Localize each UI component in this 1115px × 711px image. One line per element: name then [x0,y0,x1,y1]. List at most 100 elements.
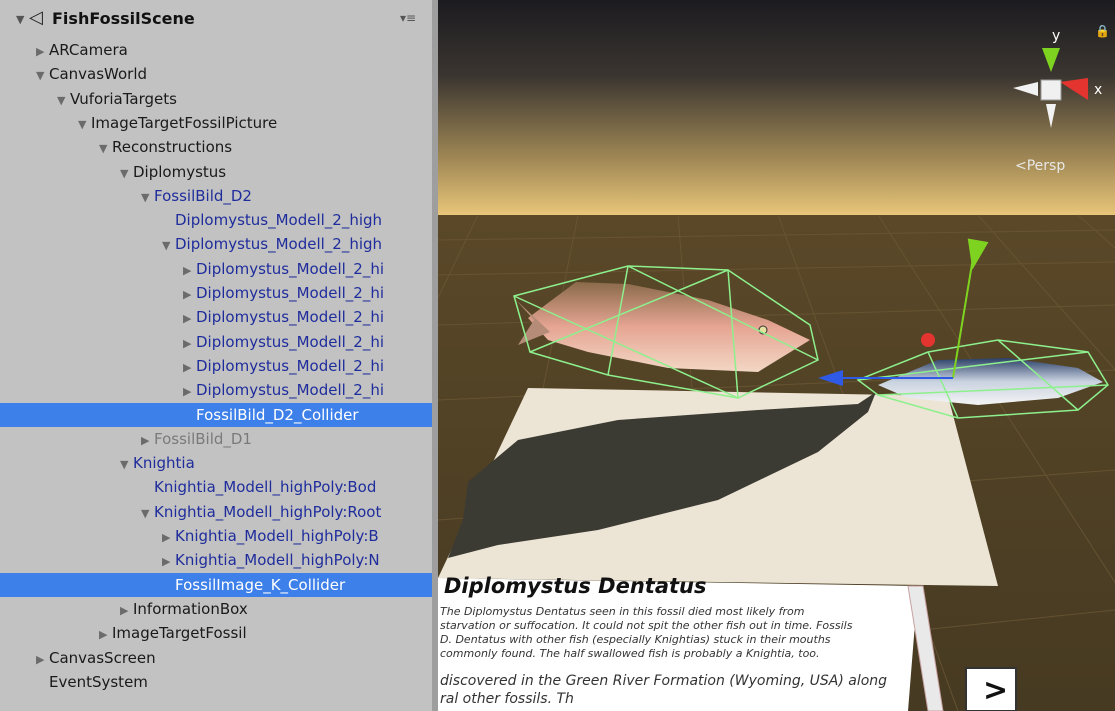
hierarchy-item[interactable]: ▶ ARCamera [0,38,432,62]
expand-arrow-right-icon[interactable]: ▶ [183,332,196,354]
hierarchy-item[interactable]: ▶ Diplomystus_Modell_2_hi [0,330,432,354]
hierarchy-item[interactable]: ▼ Diplomystus [0,160,432,184]
hierarchy-item[interactable]: ▼ Knightia_Modell_highPoly:Root [0,500,432,524]
expand-arrow-right-icon[interactable]: ▶ [162,526,175,548]
hierarchy-item[interactable]: ▶ Diplomystus_Modell_2_hi [0,281,432,305]
info-line: starvation or suffocation. It could not … [440,619,853,632]
expand-arrow-down-icon[interactable]: ▼ [78,113,91,135]
hierarchy-item-label: ARCamera [49,41,128,59]
unity-scene-icon: ◁ [29,7,43,28]
collapse-arrow-icon[interactable]: ▼ [16,13,24,26]
hierarchy-item[interactable]: ▼ Diplomystus_Modell_2_high [0,232,432,256]
hierarchy-item-label: ImageTargetFossil [112,624,247,643]
hierarchy-item-label: ImageTargetFossilPicture [91,113,278,132]
expand-arrow-right-icon[interactable]: ▶ [36,40,49,62]
hierarchy-item-label: EventSystem [49,672,148,691]
lock-icon[interactable]: 🔒 [1095,24,1110,38]
hierarchy-item-label: Diplomystus_Modell_2_hi [196,381,385,400]
scene-view[interactable]: y x > 🔒 <Persp Diplomystus Dentatus The … [438,0,1115,711]
hierarchy-item[interactable]: EventSystem [0,670,432,694]
info-line: The Diplomystus Dentatus seen in this fo… [440,605,805,618]
hierarchy-item[interactable]: ▶ FossilBild_D1 [0,427,432,451]
expand-arrow-down-icon[interactable]: ▼ [99,137,112,159]
info-line: commonly found. The half swallowed fish … [440,647,820,660]
hierarchy-item-label: Knightia_Modell_highPoly:Bod [154,478,377,497]
hierarchy-item[interactable]: ▶ InformationBox [0,597,432,621]
expand-arrow-right-icon[interactable]: ▶ [141,429,154,451]
hierarchy-item-label: InformationBox [133,599,248,618]
info-paragraph-1: The Diplomystus Dentatus seen in this fo… [440,605,940,661]
expand-arrow-down-icon[interactable]: ▼ [120,453,133,475]
expand-arrow-right-icon[interactable]: ▶ [183,307,196,329]
expand-arrow-right-icon[interactable]: ▶ [183,259,196,281]
hierarchy-item[interactable]: ▶ Diplomystus_Modell_2_hi [0,257,432,281]
hierarchy-item[interactable]: ▼ ImageTargetFossilPicture [0,111,432,135]
hierarchy-item-label: Diplomystus_Modell_2_hi [196,332,385,351]
expand-arrow-right-icon[interactable]: ▶ [162,550,175,572]
hierarchy-item[interactable]: ▼ FossilBild_D2 [0,184,432,208]
hierarchy-item-label: CanvasWorld [49,65,148,84]
hierarchy-item[interactable]: ▶ Diplomystus_Modell_2_hi [0,378,432,402]
gizmo-x-label: x [1094,82,1102,98]
hierarchy-item-label: Knightia_Modell_highPoly:Root [154,502,382,521]
hierarchy-item-label: Diplomystus_Modell_2_high [175,211,383,230]
expand-arrow-right-icon[interactable]: ▶ [99,623,112,645]
hierarchy-item-label: Knightia_Modell_highPoly:N [175,551,380,570]
info-line: ral other fossils. Th [440,691,574,707]
hierarchy-item[interactable]: ▶ CanvasScreen [0,646,432,670]
hierarchy-item[interactable]: FossilImage_K_Collider [0,572,432,597]
expand-arrow-down-icon[interactable]: ▼ [36,64,49,86]
hierarchy-item-label: Diplomystus_Modell_2_hi [196,259,385,278]
hierarchy-item-label: Reconstructions [112,138,233,157]
hierarchy-item[interactable]: ▼ CanvasWorld [0,62,432,86]
hierarchy-item[interactable]: ▼ Reconstructions [0,135,432,159]
scene-header[interactable]: ▼ ◁ FishFossilScene ▾≡ [0,0,432,38]
hierarchy-item[interactable]: Knightia_Modell_highPoly:Bod [0,475,432,499]
hierarchy-item-label: FossilBild_D1 [154,429,252,448]
x-axis-handle[interactable] [921,333,935,347]
hierarchy-item[interactable]: FossilBild_D2_Collider [0,402,432,427]
expand-arrow-right-icon[interactable]: ▶ [120,599,133,621]
skybox [438,0,1115,215]
hierarchy-item[interactable]: ▼ VuforiaTargets [0,87,432,111]
expand-arrow-right-icon[interactable]: ▶ [183,380,196,402]
hierarchy-item[interactable]: ▶ Diplomystus_Modell_2_hi [0,354,432,378]
expand-arrow-down-icon[interactable]: ▼ [141,502,154,524]
hierarchy-item-label: VuforiaTargets [70,89,177,108]
hierarchy-item[interactable]: Diplomystus_Modell_2_high [0,208,432,232]
expand-arrow-down-icon[interactable]: ▼ [162,234,175,256]
expand-arrow-right-icon[interactable]: ▶ [183,283,196,305]
hierarchy-item-label: Diplomystus_Modell_2_hi [196,284,385,302]
hierarchy-item-label: FossilBild_D2 [154,186,252,205]
scene-name: FishFossilScene [52,9,195,28]
hierarchy-item-label: Diplomystus [133,162,227,181]
hierarchy-item[interactable]: ▶ Knightia_Modell_highPoly:B [0,524,432,548]
hierarchy-item-label: FossilImage_K_Collider [175,575,346,594]
expand-arrow-right-icon[interactable]: ▶ [36,648,49,670]
info-title: Diplomystus Dentatus [444,574,707,598]
hierarchy-item-label: FossilBild_D2_Collider [196,405,359,424]
expand-arrow-down-icon[interactable]: ▼ [57,89,70,111]
expand-arrow-right-icon[interactable]: ▶ [183,356,196,378]
info-paragraph-2: discovered in the Green River Formation … [440,672,940,708]
hierarchy-item-label: Diplomystus_Modell_2_hi [196,356,385,375]
context-menu-icon[interactable]: ▾≡ [400,11,416,25]
hierarchy-item[interactable]: ▼ Knightia [0,451,432,475]
hierarchy-item-label: CanvasScreen [49,648,156,667]
gizmo-y-label: y [1052,28,1060,44]
projection-toggle[interactable]: <Persp [1015,158,1065,174]
hierarchy-item[interactable]: ▶ Knightia_Modell_highPoly:N [0,548,432,572]
expand-arrow-down-icon[interactable]: ▼ [120,162,133,184]
hierarchy-item[interactable]: ▶ ImageTargetFossil [0,621,432,645]
projection-label: Persp [1026,158,1066,174]
hierarchy-item-label: Diplomystus_Modell_2_high [175,235,383,254]
hierarchy-item[interactable]: ▶ Diplomystus_Modell_2_hi [0,305,432,329]
hierarchy-item-label: Knightia_Modell_highPoly:B [175,527,379,545]
expand-arrow-down-icon[interactable]: ▼ [141,186,154,208]
info-line: discovered in the Green River Formation … [440,673,888,689]
hierarchy-item-label: Knightia [133,454,195,473]
next-button-label[interactable]: > [983,673,1008,708]
hierarchy-item-label: Diplomystus_Modell_2_hi [196,308,385,327]
hierarchy-panel: ▼ ◁ FishFossilScene ▾≡ ▶ ARCamera ▼ CanvasW… [0,0,432,711]
info-line: D. Dentatus with other fish (especially … [440,633,831,646]
